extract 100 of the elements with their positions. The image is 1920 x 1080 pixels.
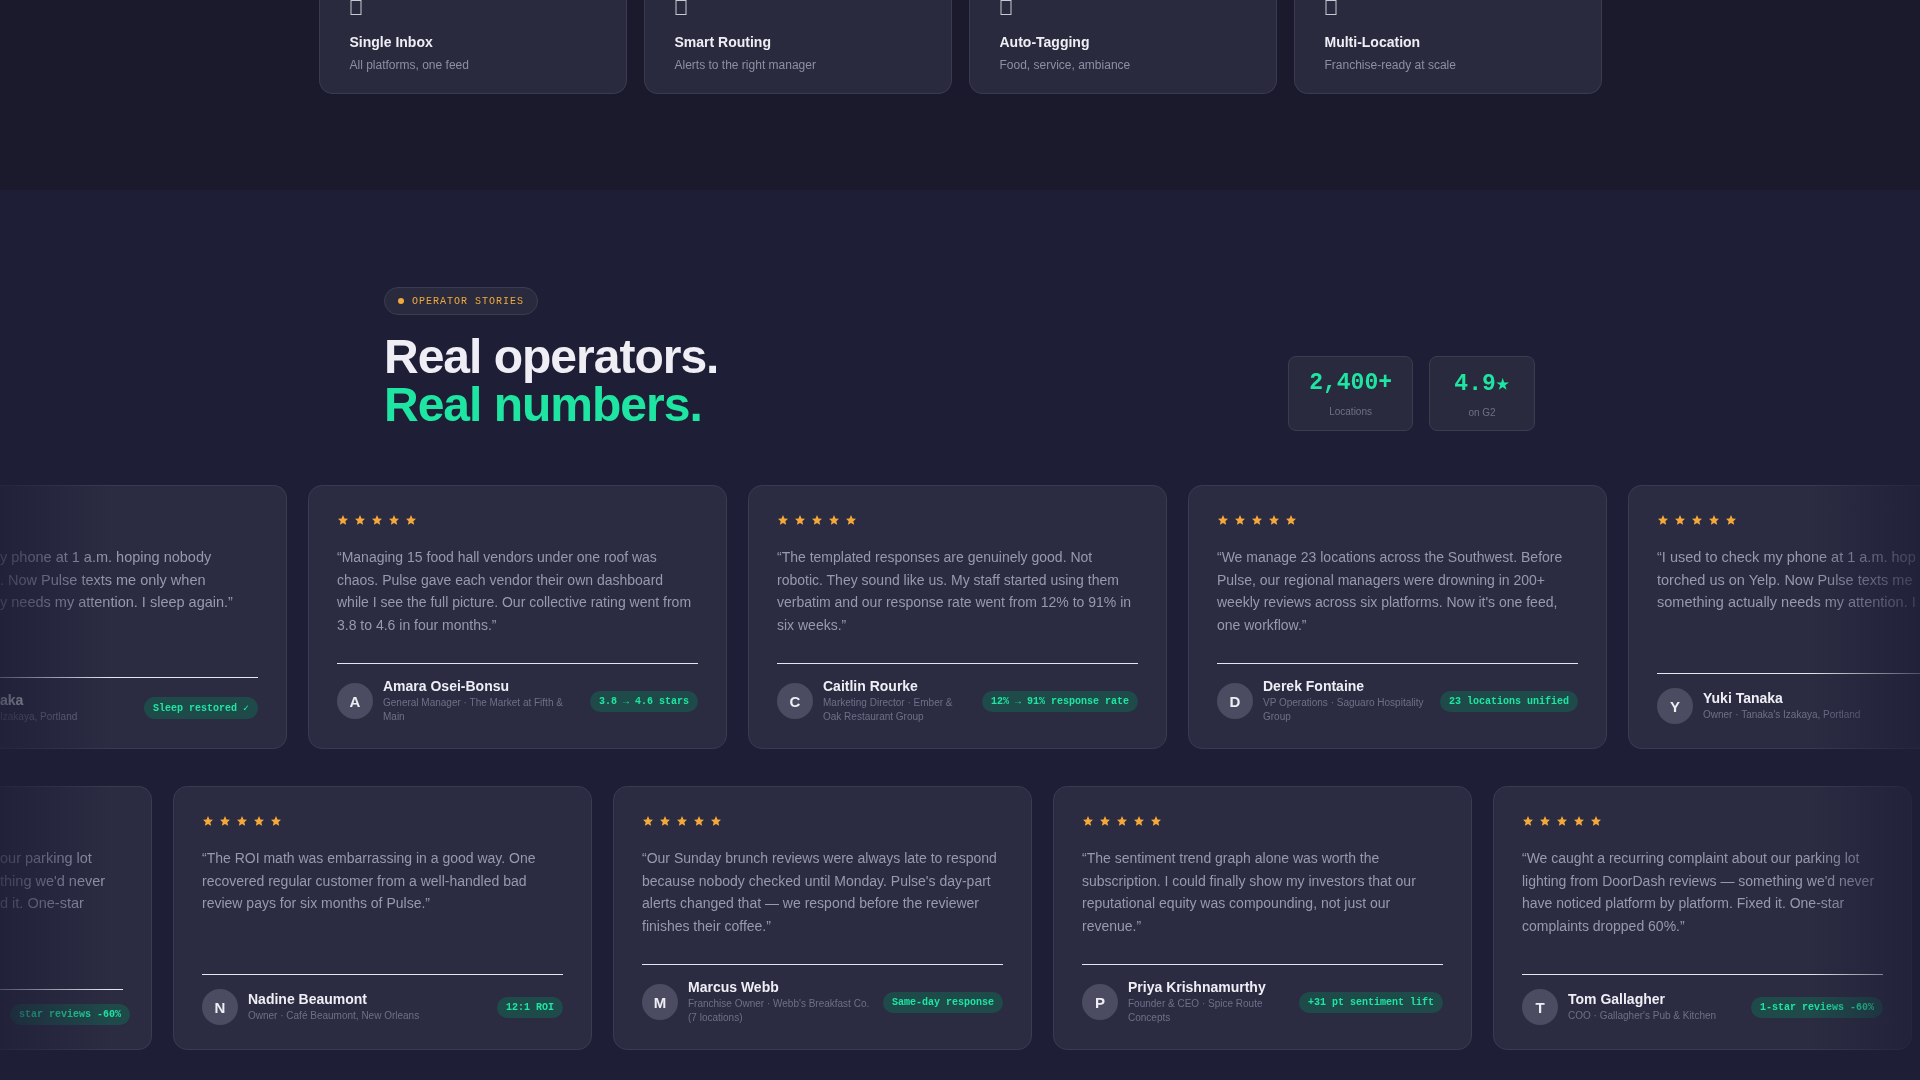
star-icon [659, 815, 671, 827]
author-role: COO · Gallagher's Pub & Kitchen [1568, 1009, 1718, 1023]
star-icon [202, 815, 214, 827]
feature-subtitle: Alerts to the right manager [674, 58, 817, 72]
star-icon [1522, 815, 1534, 827]
result-badge: Sleep restored ✓ [143, 697, 258, 719]
feature-subtitle: Franchise-ready at scale [1324, 58, 1457, 72]
star-icon [236, 815, 248, 827]
quote-text: “Our Sunday brunch reviews were always late to respond because nobody checked until Monday. Pulse's day-part alerts changed that — we respond before the reviewer finishes their coffee.” [642, 849, 998, 936]
dot-icon [398, 298, 404, 304]
avatar: M [642, 984, 678, 1020]
star-icon [1268, 514, 1280, 526]
feature-title: Multi-Location [1324, 34, 1422, 50]
stat-value: 2,400+ [1309, 370, 1392, 396]
result-badge: 12:1 ROI [497, 996, 563, 1018]
author-role: Franchise Owner · Webb's Breakfast Co. (7 locations) [688, 997, 871, 1025]
stat-label: on G2 [1468, 407, 1496, 418]
author-role: General Manager · The Market at Fifth & Main [383, 696, 564, 724]
placeholder-icon [999, 0, 1012, 16]
star-icon [253, 815, 265, 827]
avatar: N [202, 989, 238, 1025]
star-icon [1725, 514, 1737, 526]
result-badge: 23 locations unified [1439, 690, 1578, 712]
star-icon [1150, 815, 1162, 827]
result-badge: Same-day response [882, 991, 1003, 1013]
feature-title: Auto-Tagging [999, 34, 1091, 50]
star-icon [337, 514, 349, 526]
stat-label: Locations [1329, 406, 1372, 417]
author-role: VP Operations · Saguaro Hospitality Group [1263, 696, 1425, 724]
star-icon [1099, 815, 1111, 827]
author-name: aka [0, 692, 25, 708]
section-eyebrow: OPERATOR STORIES [384, 287, 538, 315]
star-icon [794, 514, 806, 526]
stat-value: 4.9★ [1454, 370, 1510, 397]
quote-text: “The ROI math was embarrassing in a good way. One recovered regular customer from a well-handled bad review pays for six months of Pulse.” [202, 849, 537, 913]
feature-title: Single Inbox [349, 34, 434, 50]
star-icon [1674, 514, 1686, 526]
author-name: Tom Gallagher [1568, 991, 1666, 1007]
headline: Real operators. [384, 333, 719, 381]
author-role: Owner · Café Beaumont, New Orleans [248, 1009, 421, 1023]
quote-text: “We caught a recurring complaint about our parking lot lighting from DoorDash reviews — something we'd never have noticed platform by platform. Fixed it. One-star complaints dropped 60%.” [1522, 849, 1876, 936]
star-icon [811, 514, 823, 526]
star-icon [1691, 514, 1703, 526]
star-icon [388, 514, 400, 526]
author-name: Nadine Beaumont [248, 991, 368, 1007]
star-icon [354, 514, 366, 526]
star-icon [1556, 815, 1568, 827]
author-name: Yuki Tanaka [1703, 690, 1784, 706]
star-icon [1116, 815, 1128, 827]
star-icon [371, 514, 383, 526]
star-icon [828, 514, 840, 526]
avatar: D [1217, 683, 1253, 719]
author-name: Caitlin Rourke [823, 678, 919, 694]
star-icon [1539, 815, 1551, 827]
result-badge: star reviews -60% [10, 1004, 131, 1025]
star-icon [405, 514, 417, 526]
star-icon [642, 815, 654, 827]
avatar: T [1522, 989, 1558, 1025]
star-icon [1590, 815, 1602, 827]
avatar: Y [1657, 688, 1693, 724]
star-icon [710, 815, 722, 827]
author-name: Derek Fontaine [1263, 678, 1366, 694]
feature-subtitle: Food, service, ambiance [999, 58, 1132, 72]
quote-text: “The sentiment trend graph alone was worth the subscription. I could finally show my investors that our reputational equity was compounding, not just our revenue.” [1082, 849, 1417, 936]
result-badge: 3.8 → 4.6 stars [590, 690, 698, 712]
avatar: C [777, 683, 813, 719]
avatar: P [1082, 984, 1118, 1020]
star-icon [676, 815, 688, 827]
star-icon [845, 514, 857, 526]
avatar: A [337, 683, 373, 719]
placeholder-icon [674, 0, 687, 16]
star-icon [1657, 514, 1669, 526]
author-role: Marketing Director · Ember & Oak Restaurant Group [823, 696, 954, 724]
star-icon [1133, 815, 1145, 827]
placeholder-icon [349, 0, 362, 16]
author-role: Owner · Tanaka's Izakaya, Portland [1703, 708, 1862, 722]
star-icon [1251, 514, 1263, 526]
author-name: Priya Krishnamurthy [1128, 979, 1267, 995]
star-icon [1217, 514, 1229, 526]
star-icon [1082, 815, 1094, 827]
author-name: Marcus Webb [688, 979, 780, 995]
star-icon [1708, 514, 1720, 526]
quote-text: “We manage 23 locations across the Southwest. Before Pulse, our regional managers were drowning in 200+ weekly reviews across six platforms. Now it's one feed, one workflow.” [1217, 548, 1564, 635]
star-icon [777, 514, 789, 526]
star-icon [270, 815, 282, 827]
result-badge: 1-star reviews -60% [1750, 996, 1883, 1018]
star-icon [1573, 815, 1585, 827]
result-badge: 12% → 91% response rate [981, 690, 1138, 712]
star-icon [1234, 514, 1246, 526]
star-icon [693, 815, 705, 827]
star-icon [1285, 514, 1297, 526]
feature-subtitle: All platforms, one feed [349, 58, 470, 72]
author-name: Amara Osei-Bonsu [383, 678, 511, 694]
quote-text: “Managing 15 food hall vendors under one roof was chaos. Pulse gave each vendor their own dashboard while I see the full picture. Our collective rating went from 3.8 to 4.6 in four months.” [337, 548, 693, 635]
placeholder-icon [1324, 0, 1337, 16]
star-icon [219, 815, 231, 827]
result-badge: +31 pt sentiment lift [1298, 991, 1443, 1013]
quote-text: “The templated responses are genuinely good. Not robotic. They sound like us. My staff started using them verbatim and our response rate went from 12% to 91% in six weeks.” [777, 548, 1133, 635]
author-role: Founder & CEO · Spice Route Concepts [1128, 997, 1264, 1025]
feature-title: Smart Routing [674, 34, 772, 50]
